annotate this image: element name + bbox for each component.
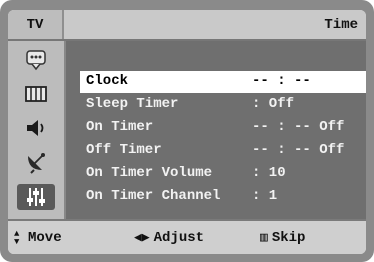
- time-menu-panel: Clock -- : -- Sleep Timer : Off On Timer…: [66, 41, 366, 219]
- skip-hint-label: Skip: [271, 229, 306, 246]
- speaker-icon[interactable]: [17, 115, 55, 141]
- source-label: TV: [8, 10, 64, 39]
- menu-item-value: -- : -- Off: [252, 142, 345, 158]
- menu-item-value: -- : -- Off: [252, 119, 345, 135]
- menu-item-label: Clock: [86, 73, 129, 89]
- move-hint-label: Move: [28, 229, 62, 246]
- menu-item-value: -- : --: [252, 73, 311, 89]
- skip-grid-icon: ▥: [260, 230, 268, 245]
- menu-item-off-timer[interactable]: Off Timer -- : -- Off: [80, 140, 366, 162]
- menu-item-value: : 10: [252, 165, 286, 181]
- tv-osd-frame: TV Time Clock --: -- Sleep Timer: Off …: [0, 0, 374, 262]
- up-down-arrows-icon: ▲▼: [14, 228, 20, 247]
- move-hint: ▲▼ Move: [14, 221, 62, 254]
- menu-item-value: : 1: [252, 188, 278, 204]
- channel-grid-icon[interactable]: [17, 81, 55, 107]
- settings-sliders-icon[interactable]: [17, 184, 55, 210]
- menu-item-label: On Timer: [86, 119, 154, 135]
- menu-item-label: Off Timer: [86, 142, 162, 158]
- left-right-arrows-icon: ◀▶: [134, 230, 150, 245]
- menu-item-sleep-timer[interactable]: Sleep Timer : Off: [80, 94, 366, 116]
- help-bar: ▲▼ Move ◀▶ Adjust ▥ Skip: [8, 219, 366, 254]
- picture-icon[interactable]: [17, 47, 55, 73]
- menu-category-sidebar: [8, 41, 66, 219]
- menu-item-on-timer-channel[interactable]: On Timer Channel : 1: [80, 186, 366, 208]
- menu-item-label: On Timer Volume: [86, 165, 213, 181]
- menu-item-on-timer[interactable]: On Timer -- : -- Off: [80, 117, 366, 139]
- menu-item-on-timer-volume[interactable]: On Timer Volume : 10: [80, 163, 366, 185]
- skip-hint: ▥ Skip: [260, 221, 305, 254]
- satellite-dish-icon[interactable]: [17, 149, 55, 175]
- menu-item-label: Sleep Timer: [86, 96, 179, 112]
- menu-item-clock[interactable]: Clock -- : --: [80, 71, 366, 93]
- menu-item-value: : Off: [252, 96, 295, 112]
- adjust-hint-label: Adjust: [153, 229, 205, 246]
- osd-screen: TV Time Clock --: -- Sleep Timer: Off …: [8, 10, 366, 254]
- title-bar: TV Time: [8, 10, 366, 41]
- menu-item-label: On Timer Channel: [86, 188, 221, 204]
- adjust-hint: ◀▶ Adjust: [134, 221, 204, 254]
- menu-title: Time: [324, 16, 358, 33]
